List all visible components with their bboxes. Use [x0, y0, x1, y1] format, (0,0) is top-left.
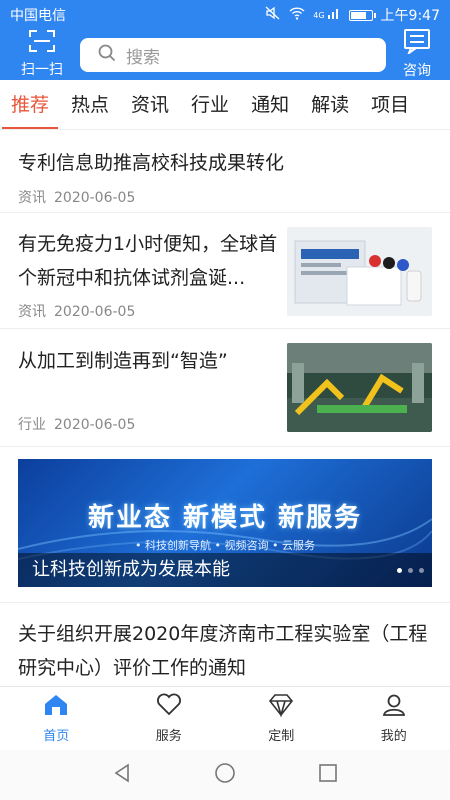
news-item[interactable]: 关于组织开展2020年度济南市工程实验室（工程研究中心）评价工作的通知 [0, 603, 450, 686]
carrier-name: 中国电信 [10, 8, 66, 24]
banner-caption: 让科技创新成为发展本能 [18, 553, 432, 587]
bottom-nav: 首页 服务 定制 我的 [0, 686, 450, 750]
carousel-dot[interactable] [419, 568, 424, 573]
diamond-icon [268, 693, 294, 721]
nav-home-label: 首页 [43, 729, 70, 744]
banner-headline: 新业态 新模式 新服务 [87, 503, 363, 533]
nav-home[interactable]: 首页 [0, 687, 113, 750]
news-item[interactable]: 从加工到制造再到“智造” 行业 2020-06-05 [0, 329, 450, 447]
news-category: 行业 [18, 417, 46, 433]
search-placeholder: 搜索 [126, 47, 160, 68]
home-icon [43, 693, 69, 721]
recents-icon[interactable] [317, 762, 339, 788]
factory-robots-image [287, 343, 432, 432]
tab-notice[interactable]: 通知 [240, 80, 300, 129]
nav-mine[interactable]: 我的 [338, 687, 450, 750]
home-circle-icon[interactable] [214, 762, 236, 788]
news-title: 有无免疫力1小时便知，全球首个新冠中和抗体试剂盒诞... [18, 233, 278, 289]
nav-mine-label: 我的 [380, 729, 407, 744]
promo-banner[interactable]: 新业态 新模式 新服务 • 科技创新导航 • 视频咨询 • 云服务 让科技创新成… [18, 459, 432, 587]
news-meta: 资讯 2020-06-05 [18, 301, 278, 321]
tab-news[interactable]: 资讯 [120, 80, 180, 129]
search-icon [98, 44, 116, 67]
tab-project[interactable]: 项目 [360, 80, 420, 129]
status-bar: 中国电信 4G 上午9:47 [0, 0, 450, 30]
carousel-dot[interactable] [408, 568, 413, 573]
banner-item[interactable]: 新业态 新模式 新服务 • 科技创新导航 • 视频咨询 • 云服务 让科技创新成… [0, 447, 450, 603]
network-type-label: 4G [313, 10, 325, 20]
nav-service-label: 服务 [155, 729, 182, 744]
wifi-icon [289, 6, 305, 24]
news-item[interactable]: 有无免疫力1小时便知，全球首个新冠中和抗体试剂盒诞... 资讯 2020-06-0… [0, 213, 450, 329]
news-item[interactable]: 专利信息助推高校科技成果转化 资讯 2020-06-05 [0, 131, 450, 213]
consult-label: 咨询 [403, 63, 431, 79]
nav-custom-label: 定制 [268, 729, 295, 744]
heart-icon [156, 693, 182, 721]
consult-button[interactable]: 咨询 [392, 28, 442, 79]
scan-button[interactable]: 扫一扫 [12, 30, 72, 78]
scan-icon [28, 29, 56, 57]
nav-service[interactable]: 服务 [113, 687, 226, 750]
mute-icon [265, 6, 281, 24]
category-tabs: 推荐 热点 资讯 行业 通知 解读 项目 [0, 80, 450, 130]
news-date: 2020-06-05 [54, 417, 136, 433]
scan-label: 扫一扫 [21, 62, 63, 78]
news-meta: 行业 2020-06-05 [18, 414, 135, 434]
news-category: 资讯 [18, 190, 46, 206]
tab-interpretation[interactable]: 解读 [300, 80, 360, 129]
news-feed: 专利信息助推高校科技成果转化 资讯 2020-06-05 有无免疫力1小时便知，全… [0, 131, 450, 686]
news-date: 2020-06-05 [54, 304, 136, 320]
battery-icon [348, 9, 376, 21]
news-category: 资讯 [18, 304, 46, 320]
system-nav-bar [0, 750, 450, 800]
carousel-dot[interactable] [397, 568, 402, 573]
tab-hot[interactable]: 热点 [60, 80, 120, 129]
news-title: 从加工到制造再到“智造” [18, 350, 228, 372]
user-icon [381, 693, 407, 721]
back-icon[interactable] [111, 762, 133, 788]
signal-icon [327, 7, 341, 23]
news-date: 2020-06-05 [54, 190, 136, 206]
search-input[interactable]: 搜索 [80, 38, 386, 72]
news-meta: 资讯 2020-06-05 [18, 187, 432, 207]
banner-subline: • 科技创新导航 • 视频咨询 • 云服务 [135, 539, 315, 552]
clock: 上午9:47 [380, 8, 440, 24]
tab-recommend[interactable]: 推荐 [0, 80, 60, 129]
tab-industry[interactable]: 行业 [180, 80, 240, 129]
consult-icon [403, 28, 431, 58]
antibody-kit-image [287, 227, 432, 316]
app-header: 扫一扫 搜索 咨询 [0, 28, 450, 80]
carousel-dots [397, 568, 424, 573]
news-title: 专利信息助推高校科技成果转化 [18, 152, 285, 174]
news-title: 关于组织开展2020年度济南市工程实验室（工程研究中心）评价工作的通知 [18, 623, 428, 679]
nav-custom[interactable]: 定制 [225, 687, 338, 750]
